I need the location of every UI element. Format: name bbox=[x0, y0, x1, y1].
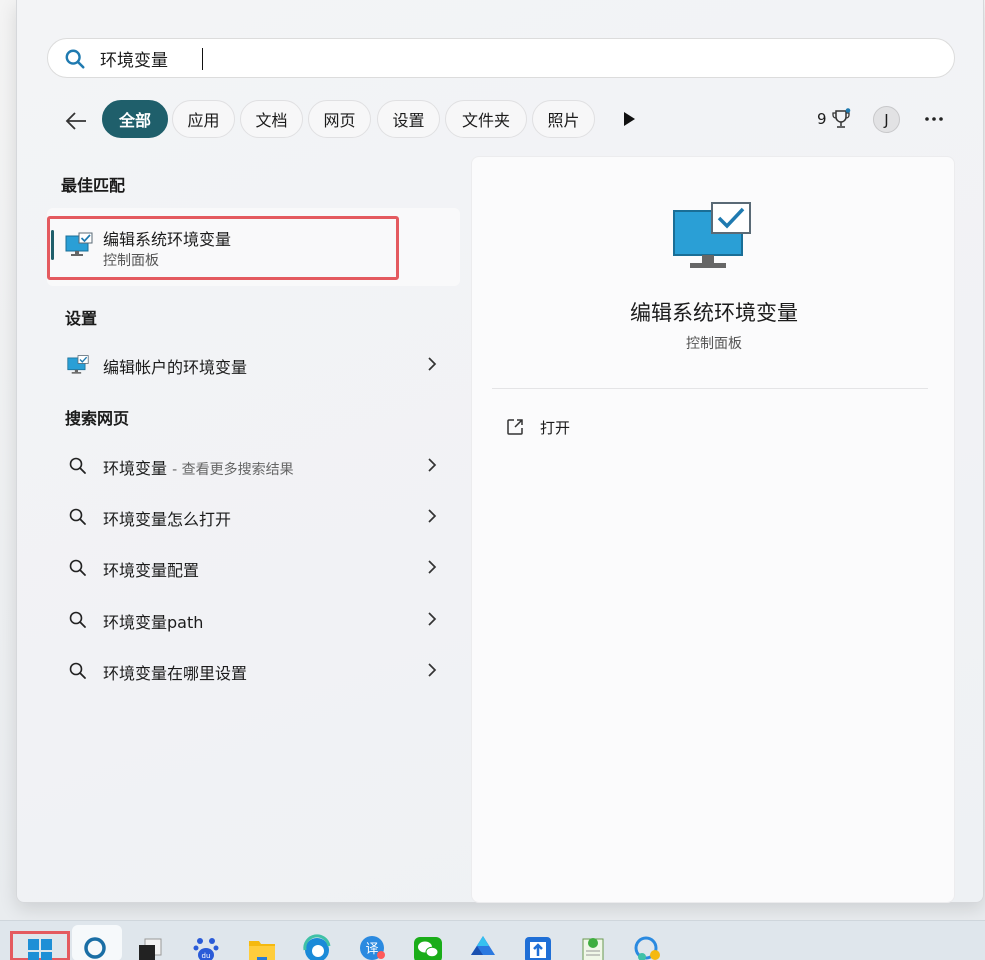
edge-icon bbox=[303, 934, 331, 960]
web-result-label: 环境变量path bbox=[103, 613, 204, 632]
start-button[interactable] bbox=[20, 925, 60, 960]
ellipsis-icon bbox=[925, 117, 943, 121]
system-properties-icon bbox=[673, 202, 751, 268]
chat-app-button[interactable] bbox=[628, 925, 668, 960]
web-result[interactable]: 环境变量怎么打开 bbox=[47, 496, 460, 536]
tab-documents[interactable]: 文档 bbox=[240, 100, 303, 138]
more-options-button[interactable] bbox=[921, 108, 947, 130]
open-external-icon bbox=[507, 419, 523, 435]
settings-item-user-env-vars[interactable]: 编辑帐户的环境变量 bbox=[47, 344, 460, 384]
open-action[interactable]: 打开 bbox=[506, 415, 570, 439]
wechat-button[interactable] bbox=[408, 925, 448, 960]
edge-browser-button[interactable] bbox=[297, 925, 337, 960]
tab-all[interactable]: 全部 bbox=[102, 100, 168, 138]
search-box[interactable] bbox=[47, 38, 955, 78]
search-icon bbox=[69, 662, 86, 679]
taskbar: du 译 bbox=[0, 920, 985, 960]
best-match-title: 最佳匹配 bbox=[61, 176, 126, 195]
search-icon bbox=[69, 457, 86, 474]
task-view-icon bbox=[139, 938, 162, 960]
back-button[interactable] bbox=[61, 106, 91, 136]
result-detail-panel: 编辑系统环境变量 控制面板 打开 bbox=[471, 156, 955, 903]
web-result-suffix: - 查看更多搜索结果 bbox=[172, 462, 294, 478]
tab-photos[interactable]: 照片 bbox=[532, 100, 595, 138]
search-input[interactable] bbox=[100, 43, 940, 73]
drive-icon bbox=[471, 936, 495, 955]
translate-button[interactable]: 译 bbox=[352, 925, 392, 960]
more-tabs-play-icon[interactable] bbox=[620, 110, 638, 128]
points-count: 9 bbox=[817, 110, 827, 128]
baidu-netdisk-button[interactable]: du bbox=[186, 925, 226, 960]
chevron-right-icon bbox=[428, 560, 437, 574]
web-result[interactable]: 环境变量在哪里设置 bbox=[47, 650, 460, 690]
file-explorer-icon bbox=[249, 941, 275, 960]
open-label: 打开 bbox=[540, 418, 571, 437]
notepad-button[interactable] bbox=[574, 925, 614, 960]
account-avatar[interactable]: J bbox=[873, 106, 900, 133]
detail-title: 编辑系统环境变量 bbox=[630, 301, 798, 325]
search-icon bbox=[69, 508, 86, 525]
tab-apps[interactable]: 应用 bbox=[172, 100, 235, 138]
chat-app-icon bbox=[634, 936, 660, 960]
web-result[interactable]: 环境变量path bbox=[47, 599, 460, 639]
upload-app-icon bbox=[525, 937, 551, 960]
upload-app-button[interactable] bbox=[518, 925, 558, 960]
file-explorer-button[interactable] bbox=[242, 925, 282, 960]
start-icon bbox=[28, 939, 52, 960]
wechat-icon bbox=[414, 937, 442, 960]
web-result-label: 环境变量怎么打开 bbox=[103, 510, 232, 529]
baidu-label: du bbox=[202, 952, 211, 960]
tab-web[interactable]: 网页 bbox=[308, 100, 371, 138]
taskbar-search-button[interactable] bbox=[77, 925, 117, 960]
divider bbox=[492, 388, 928, 389]
chevron-right-icon bbox=[428, 663, 437, 677]
task-view-button[interactable] bbox=[130, 925, 170, 960]
trophy-icon bbox=[831, 108, 850, 128]
translate-label: 译 bbox=[365, 942, 378, 957]
web-result-label: 环境变量配置 bbox=[103, 561, 200, 580]
web-result[interactable]: 环境变量 - 查看更多搜索结果 bbox=[47, 445, 460, 485]
chevron-right-icon bbox=[428, 357, 437, 371]
filter-row: 全部 应用 文档 网页 设置 文件夹 照片 9 J bbox=[17, 100, 985, 140]
search-panel: 全部 应用 文档 网页 设置 文件夹 照片 9 J 最佳匹 bbox=[16, 0, 984, 903]
web-result[interactable]: 环境变量配置 bbox=[47, 547, 460, 587]
best-match-subtitle: 控制面板 bbox=[103, 253, 159, 269]
chevron-right-icon bbox=[428, 458, 437, 472]
best-match-name: 编辑系统环境变量 bbox=[103, 230, 232, 249]
search-icon bbox=[69, 611, 86, 628]
settings-section-title: 设置 bbox=[65, 309, 98, 328]
detail-subtitle: 控制面板 bbox=[686, 336, 742, 352]
web-section-title: 搜索网页 bbox=[65, 409, 130, 428]
search-icon bbox=[69, 559, 86, 576]
tab-settings[interactable]: 设置 bbox=[377, 100, 440, 138]
search-icon bbox=[84, 937, 106, 959]
search-icon bbox=[65, 49, 85, 69]
notepad-icon bbox=[582, 938, 604, 960]
back-arrow-icon bbox=[65, 112, 86, 130]
cloud-drive-button[interactable] bbox=[463, 925, 503, 960]
web-result-label: 环境变量 - 查看更多搜索结果 bbox=[103, 459, 294, 478]
tab-folders[interactable]: 文件夹 bbox=[445, 100, 527, 138]
chevron-right-icon bbox=[428, 612, 437, 626]
web-result-label: 环境变量在哪里设置 bbox=[103, 664, 248, 683]
system-properties-icon bbox=[67, 355, 89, 374]
text-caret bbox=[202, 48, 203, 70]
translate-icon: 译 bbox=[360, 936, 385, 960]
settings-item-label: 编辑帐户的环境变量 bbox=[103, 358, 248, 377]
best-match-result[interactable]: 编辑系统环境变量 控制面板 bbox=[47, 208, 460, 286]
baidu-netdisk-icon: du bbox=[193, 938, 219, 960]
system-properties-icon bbox=[65, 232, 93, 256]
chevron-right-icon bbox=[428, 509, 437, 523]
rewards-points[interactable]: 9 bbox=[817, 108, 851, 130]
